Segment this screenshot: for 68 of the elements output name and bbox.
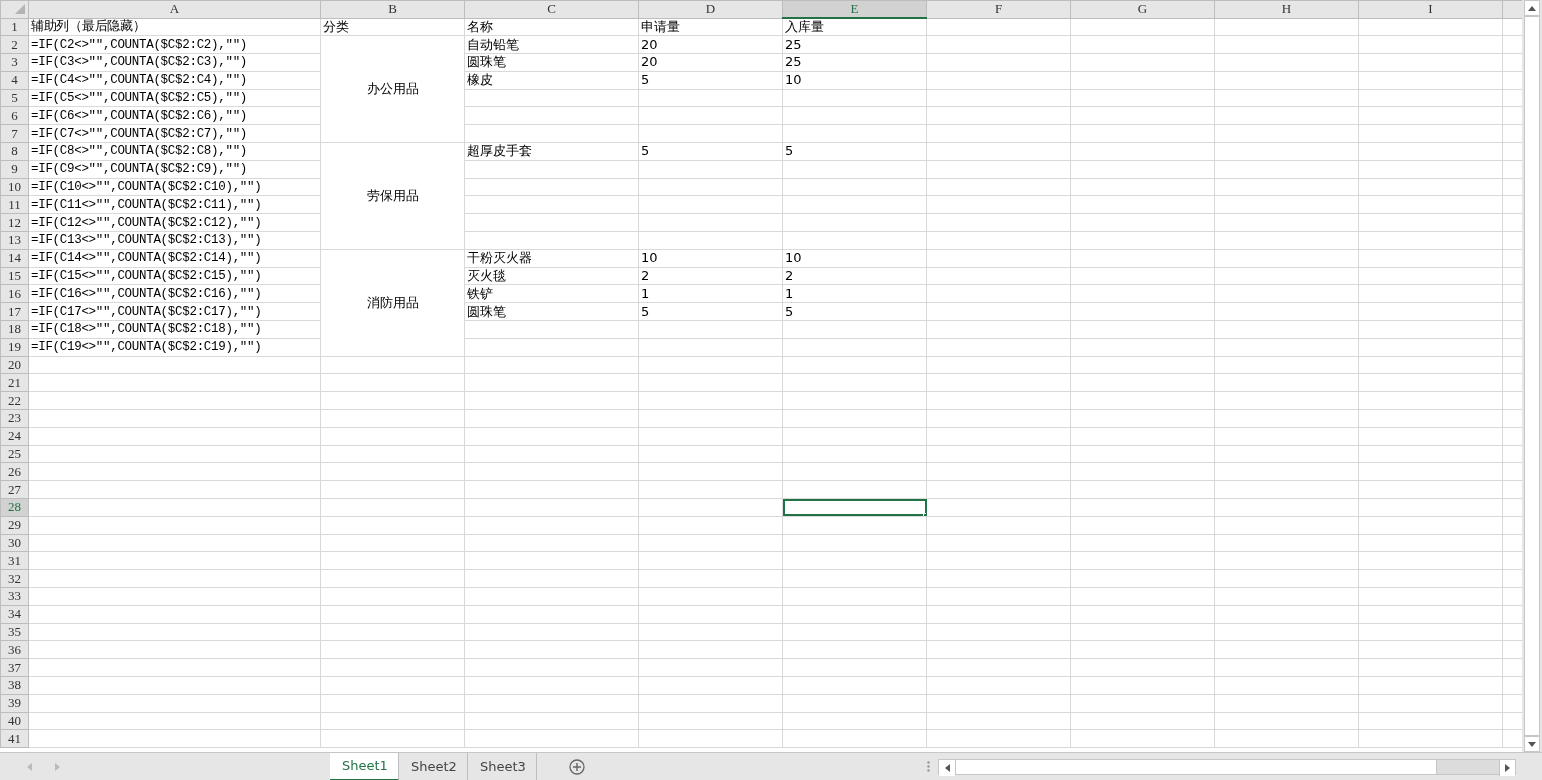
table-cell: =IF(C8<>"",COUNTA($C$2:C8),"") bbox=[28, 142, 321, 161]
table-cell: 2 bbox=[638, 267, 783, 285]
scroll-left-icon[interactable] bbox=[944, 763, 950, 772]
table-cell: 劳保用品 bbox=[320, 142, 465, 250]
scroll-down-icon[interactable] bbox=[1528, 741, 1536, 747]
table-cell: 25 bbox=[782, 53, 927, 72]
select-all-icon[interactable] bbox=[15, 4, 25, 15]
table-cell: 5 bbox=[782, 142, 927, 161]
table-cell: =IF(C9<>"",COUNTA($C$2:C9),"") bbox=[28, 160, 321, 179]
scroll-up-icon[interactable] bbox=[1528, 5, 1536, 11]
sheet-tab[interactable]: Sheet3 bbox=[468, 752, 537, 780]
column-header[interactable]: D bbox=[638, 0, 783, 18]
table-cell: =IF(C19<>"",COUNTA($C$2:C19),"") bbox=[28, 338, 321, 357]
table-cell: 2 bbox=[782, 267, 927, 285]
table-cell: 橡皮 bbox=[464, 71, 639, 90]
table-cell: =IF(C5<>"",COUNTA($C$2:C5),"") bbox=[28, 89, 321, 107]
table-cell: 入库量 bbox=[782, 18, 927, 36]
sheet-tab[interactable]: Sheet1 bbox=[330, 752, 399, 780]
scrollbar-thumb[interactable] bbox=[955, 759, 1437, 774]
table-cell: 20 bbox=[638, 35, 783, 54]
table-cell: 申请量 bbox=[638, 18, 783, 36]
scroll-right-icon[interactable] bbox=[1505, 763, 1510, 772]
table-cell: 名称 bbox=[464, 18, 639, 36]
table-cell: 5 bbox=[782, 302, 927, 321]
table-cell: =IF(C15<>"",COUNTA($C$2:C15),"") bbox=[28, 267, 321, 285]
table-cell: =IF(C13<>"",COUNTA($C$2:C13),"") bbox=[28, 231, 321, 250]
table-cell: 20 bbox=[638, 53, 783, 72]
column-header[interactable]: A bbox=[28, 0, 321, 18]
table-cell: 灭火毯 bbox=[464, 267, 639, 285]
column-header[interactable]: H bbox=[1214, 0, 1359, 18]
table-cell: 25 bbox=[782, 35, 927, 54]
column-header[interactable]: E bbox=[782, 0, 927, 18]
table-cell: 干粉灭火器 bbox=[464, 249, 639, 268]
table-cell: =IF(C2<>"",COUNTA($C$2:C2),"") bbox=[28, 35, 321, 54]
table-cell: 10 bbox=[782, 71, 927, 90]
table-cell: 办公用品 bbox=[320, 35, 465, 143]
table-cell: 10 bbox=[782, 249, 927, 268]
table-cell: =IF(C18<>"",COUNTA($C$2:C18),"") bbox=[28, 320, 321, 339]
horizontal-scrollbar[interactable] bbox=[938, 758, 1516, 775]
column-header[interactable]: F bbox=[926, 0, 1071, 18]
table-cell: 圆珠笔 bbox=[464, 53, 639, 72]
table-cell: 超厚皮手套 bbox=[464, 142, 639, 161]
table-cell: 自动铅笔 bbox=[464, 35, 639, 54]
table-cell: 1 bbox=[782, 284, 927, 303]
table-cell: =IF(C14<>"",COUNTA($C$2:C14),"") bbox=[28, 249, 321, 268]
table-cell: 5 bbox=[638, 142, 783, 161]
table-cell: 圆珠笔 bbox=[464, 302, 639, 321]
table-cell: 辅助列（最后隐藏） bbox=[28, 18, 321, 36]
add-sheet-icon[interactable] bbox=[569, 758, 585, 775]
table-cell: 5 bbox=[638, 302, 783, 321]
column-header[interactable]: B bbox=[320, 0, 465, 18]
table-cell: 10 bbox=[638, 249, 783, 268]
sheet-tab[interactable]: Sheet2 bbox=[399, 752, 468, 780]
drag-handle-icon[interactable] bbox=[927, 761, 930, 772]
active-cell[interactable] bbox=[782, 498, 927, 517]
table-cell: 分类 bbox=[320, 18, 465, 36]
table-cell: 5 bbox=[638, 71, 783, 90]
table-cell: =IF(C4<>"",COUNTA($C$2:C4),"") bbox=[28, 71, 321, 90]
column-header[interactable]: C bbox=[464, 0, 639, 18]
table-cell: 1 bbox=[638, 284, 783, 303]
column-header[interactable]: I bbox=[1358, 0, 1503, 18]
table-cell: 铁铲 bbox=[464, 284, 639, 303]
table-cell: =IF(C10<>"",COUNTA($C$2:C10),"") bbox=[28, 178, 321, 196]
column-header[interactable]: G bbox=[1070, 0, 1215, 18]
vertical-scrollbar[interactable] bbox=[1522, 0, 1542, 752]
table-cell: =IF(C3<>"",COUNTA($C$2:C3),"") bbox=[28, 53, 321, 72]
table-cell: =IF(C6<>"",COUNTA($C$2:C6),"") bbox=[28, 107, 321, 125]
table-cell: 消防用品 bbox=[320, 249, 465, 357]
